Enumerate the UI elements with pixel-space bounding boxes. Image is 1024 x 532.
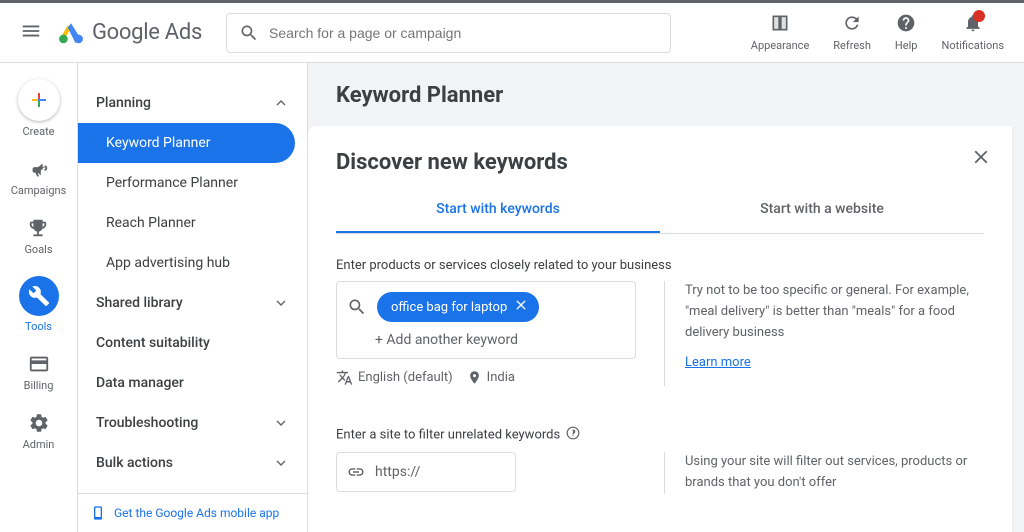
tools-icon [28,285,50,307]
sidebar-section-planning[interactable]: Planning [78,83,307,123]
left-rail: Create Campaigns Goals Tools Billing Adm… [0,63,78,532]
notifications-button[interactable]: Notifications [941,13,1004,52]
megaphone-icon [28,158,50,180]
rail-goals[interactable]: Goals [24,217,52,256]
plus-icon [27,88,51,112]
sidebar-item-app-advertising-hub[interactable]: App advertising hub [78,243,295,283]
app-promo[interactable]: Get the Google Ads mobile app [78,493,307,532]
discover-keywords-card: Discover new keywords Start with keyword… [308,126,1012,532]
appearance-icon [770,13,790,33]
help-icon [896,13,916,33]
sidebar-section-bulk-actions[interactable]: Bulk actions [78,443,307,483]
tip-text: Try not to be too specific or general. F… [685,281,984,343]
rail-campaigns[interactable]: Campaigns [11,158,67,197]
page-title: Keyword Planner [308,63,1024,126]
help-tooltip-button[interactable] [566,429,580,444]
translate-icon [336,369,353,386]
brand-text: Google Ads [92,20,202,45]
keyword-input-box[interactable]: office bag for laptop + Add another keyw… [336,281,636,359]
menu-icon[interactable] [20,20,42,46]
sidebar: Planning Keyword Planner Performance Pla… [78,63,308,532]
brand-logo[interactable]: Google Ads [58,20,202,46]
add-keyword-button[interactable]: + Add another keyword [347,332,625,348]
chevron-up-icon [273,95,289,111]
location-selector[interactable]: India [467,370,515,385]
search-icon [239,23,259,43]
trophy-icon [27,217,49,239]
filter-tip-text: Using your site will filter out services… [685,452,984,494]
rail-billing[interactable]: Billing [24,353,54,392]
rail-admin[interactable]: Admin [23,412,55,451]
sidebar-item-keyword-planner[interactable]: Keyword Planner [78,123,295,163]
help-button[interactable]: Help [895,13,918,52]
card-title: Discover new keywords [336,150,984,175]
filter-label: Enter a site to filter unrelated keyword… [336,426,984,444]
appearance-button[interactable]: Appearance [751,13,810,52]
remove-chip-button[interactable] [513,297,529,317]
chevron-down-icon [273,455,289,471]
help-circle-icon [566,426,580,440]
link-icon [347,463,365,481]
phone-icon [90,502,106,524]
chevron-down-icon [273,415,289,431]
url-input[interactable]: https:// [336,452,516,492]
google-ads-logo-icon [58,20,84,46]
create-button[interactable]: Create [18,79,60,138]
close-icon [970,146,992,168]
sidebar-item-reach-planner[interactable]: Reach Planner [78,203,295,243]
sidebar-section-shared-library[interactable]: Shared library [78,283,307,323]
location-icon [467,370,482,385]
learn-more-link[interactable]: Learn more [685,355,751,370]
sidebar-section-content-suitability[interactable]: Content suitability [78,323,307,363]
refresh-button[interactable]: Refresh [833,13,871,52]
search-icon [347,297,367,317]
header-actions: Appearance Refresh Help Notifications [751,13,1004,52]
refresh-icon [842,13,862,33]
app-header: Google Ads Appearance Refresh Help Notif… [0,3,1024,63]
rail-tools[interactable]: Tools [19,276,59,333]
card-icon [28,353,50,375]
products-label: Enter products or services closely relat… [336,258,984,273]
keyword-chip: office bag for laptop [377,292,539,322]
gear-icon [28,412,50,434]
search-box[interactable] [226,13,671,53]
tabs: Start with keywords Start with a website [336,187,984,234]
close-button[interactable] [970,146,992,172]
tab-keywords[interactable]: Start with keywords [336,187,660,233]
tab-website[interactable]: Start with a website [660,187,984,233]
main-content: Keyword Planner Discover new keywords St… [308,63,1024,532]
sidebar-section-troubleshooting[interactable]: Troubleshooting [78,403,307,443]
alert-badge [973,10,985,22]
language-selector[interactable]: English (default) [336,369,453,386]
sidebar-section-data-manager[interactable]: Data manager [78,363,307,403]
sidebar-item-performance-planner[interactable]: Performance Planner [78,163,295,203]
close-icon [513,297,529,313]
chevron-down-icon [273,295,289,311]
search-input[interactable] [269,25,658,41]
